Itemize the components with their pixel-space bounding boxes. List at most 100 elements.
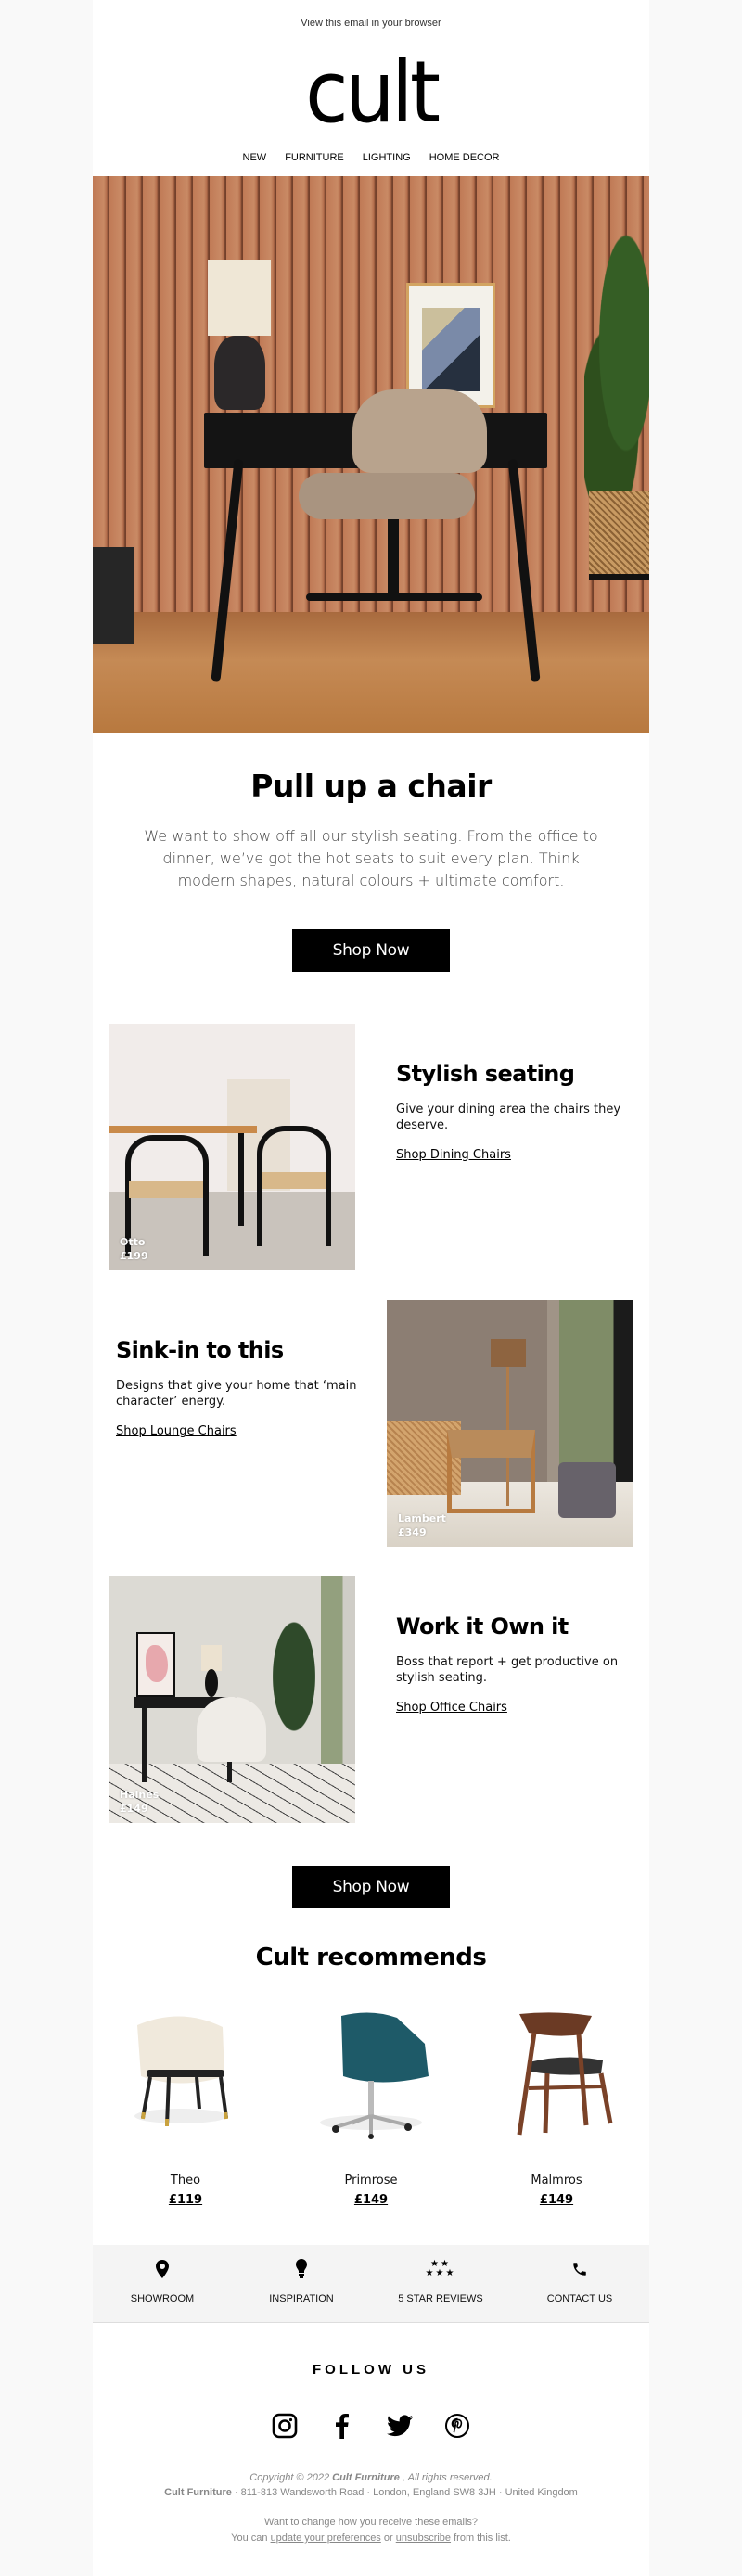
stars-icon: ★★ ★★★ (425, 2259, 456, 2278)
quick-link-label: 5 STAR REVIEWS (398, 2293, 483, 2304)
theo-chair-image[interactable] (93, 2007, 278, 2146)
theo-chair-icon (134, 2016, 228, 2126)
pref-line: You can update your preferences or unsub… (93, 2531, 649, 2546)
chair-seat (129, 1181, 203, 1198)
product-name: Primrose (344, 2174, 398, 2187)
nav-furniture[interactable]: FURNITURE (285, 152, 344, 163)
cta-wrap-2: Shop Now (93, 1823, 649, 1908)
feature-lounge: Sink-in to this Designs that give your h… (93, 1300, 649, 1547)
hero-lamp-base (214, 336, 265, 410)
desk-leg (142, 1708, 147, 1782)
primrose-chair-icon (320, 2012, 429, 2139)
hero-plant (584, 232, 649, 510)
quick-link-showroom[interactable]: SHOWROOM (93, 2245, 232, 2322)
social-links (93, 2413, 649, 2439)
shop-now-button-2[interactable]: Shop Now (292, 1866, 450, 1908)
product-card-malmros: Malmros £149 (464, 2007, 649, 2208)
product-price-link[interactable]: £149 (540, 2193, 573, 2207)
nav-home-decor[interactable]: HOME DECOR (429, 152, 500, 163)
hero-chair-base (306, 593, 482, 601)
shop-office-chairs-link[interactable]: Shop Office Chairs (396, 1701, 507, 1715)
quick-link-label: CONTACT US (546, 2293, 613, 2304)
quick-link-inspiration[interactable]: INSPIRATION (232, 2245, 371, 2322)
cta-wrap: Shop Now (93, 892, 649, 972)
product-card-theo: Theo £119 (93, 2007, 278, 2208)
product-price: £349 (398, 1526, 427, 1538)
feature-heading: Stylish seating (396, 1061, 575, 1087)
lambert-chair-photo[interactable]: Lambert £349 (387, 1300, 633, 1547)
view-in-browser-link[interactable]: View this email in your browser (301, 18, 441, 29)
wall-art (136, 1632, 175, 1697)
update-preferences-link[interactable]: update your preferences (271, 2532, 381, 2544)
logo-container: cult (93, 46, 649, 139)
lounge-chair (447, 1430, 535, 1513)
malmros-chair-image[interactable] (464, 2007, 649, 2146)
product-card-primrose: Primrose £149 (278, 2007, 464, 2208)
address-text: · 811-813 Wandsworth Road · London, Engl… (231, 2487, 578, 2498)
pref-prefix: You can (231, 2532, 271, 2544)
haines-chair-photo[interactable]: Haines £149 (109, 1576, 355, 1823)
hero-storage-box (93, 547, 134, 644)
product-price-link[interactable]: £149 (354, 2193, 388, 2207)
shop-lounge-chairs-link[interactable]: Shop Lounge Chairs (116, 1424, 237, 1438)
pref-suffix: from this list. (451, 2532, 511, 2544)
intro-body: We want to show off all our stylish seat… (144, 827, 598, 889)
product-price: £149 (120, 1803, 148, 1815)
table-leg (238, 1133, 244, 1226)
product-caption: Otto £199 (120, 1235, 148, 1263)
product-caption: Lambert £349 (398, 1511, 446, 1539)
product-name: Malmros (531, 2174, 582, 2187)
cult-logo[interactable]: cult (305, 50, 441, 135)
copyright: Copyright © 2022 Cult Furniture , All ri… (93, 2472, 649, 2483)
hero-chair-seat (299, 473, 475, 519)
plant (257, 1613, 331, 1771)
instagram-link[interactable] (272, 2413, 298, 2439)
quick-links-bar: SHOWROOM INSPIRATION ★★ ★★★ 5 STAR REVIEW… (93, 2245, 649, 2323)
unsubscribe-link[interactable]: unsubscribe (396, 2532, 451, 2544)
feature-heading: Work it Own it (396, 1613, 569, 1639)
follow-us-title: FOLLOW US (313, 2362, 429, 2378)
floor-lamp-shade (491, 1339, 526, 1367)
phone-icon (571, 2256, 588, 2282)
address-company: Cult Furniture (164, 2487, 232, 2498)
feature-body: Designs that give your home that ‘main c… (116, 1379, 357, 1409)
product-name: Otto (120, 1236, 146, 1248)
product-price: £199 (120, 1250, 148, 1262)
intro-heading: Pull up a chair (250, 768, 492, 804)
hero-image[interactable] (93, 176, 649, 733)
chair-seat (262, 1172, 326, 1189)
quick-link-contact[interactable]: CONTACT US (510, 2245, 649, 2322)
quick-link-label: INSPIRATION (269, 2293, 334, 2304)
quick-link-reviews[interactable]: ★★ ★★★ 5 STAR REVIEWS (371, 2245, 510, 2322)
hero-lamp-shade (208, 260, 271, 336)
preferences: Want to change how you receive these ema… (93, 2515, 649, 2546)
otto-chair-photo[interactable]: Otto £199 (109, 1024, 355, 1270)
address: Cult Furniture · 811-813 Wandsworth Road… (93, 2487, 649, 2498)
pouf (558, 1462, 616, 1518)
product-caption: Haines £149 (120, 1788, 159, 1816)
facebook-link[interactable] (329, 2413, 355, 2439)
hero-artwork (422, 308, 480, 391)
primrose-chair-image[interactable] (278, 2007, 464, 2146)
hero-wall-slats (93, 176, 649, 612)
copyright-suffix: , All rights reserved. (399, 2472, 493, 2483)
product-price-link[interactable]: £119 (169, 2193, 202, 2207)
feature-text: Work it Own it Boss that report + get pr… (355, 1576, 633, 1823)
pinterest-link[interactable] (444, 2413, 470, 2439)
twitter-link[interactable] (387, 2413, 413, 2439)
pref-or: or (380, 2532, 396, 2544)
shop-now-button[interactable]: Shop Now (292, 929, 450, 972)
shop-dining-chairs-link[interactable]: Shop Dining Chairs (396, 1148, 511, 1162)
email-container: View this email in your browser cult NEW… (93, 0, 649, 2576)
company-name: Cult Furniture (332, 2472, 400, 2483)
feature-body: Give your dining area the chairs they de… (396, 1103, 621, 1132)
nav-lighting[interactable]: LIGHTING (363, 152, 411, 163)
nav-new[interactable]: NEW (243, 152, 267, 163)
table-lamp-shade (201, 1645, 222, 1671)
hero-chair-back (352, 389, 487, 473)
feature-dining: Otto £199 Stylish seating Give your dini… (93, 1024, 649, 1270)
feature-body: Boss that report + get productive on sty… (396, 1655, 619, 1685)
malmros-chair-icon (517, 2012, 613, 2136)
product-name: Theo (170, 2174, 201, 2187)
office-chair (197, 1697, 266, 1762)
